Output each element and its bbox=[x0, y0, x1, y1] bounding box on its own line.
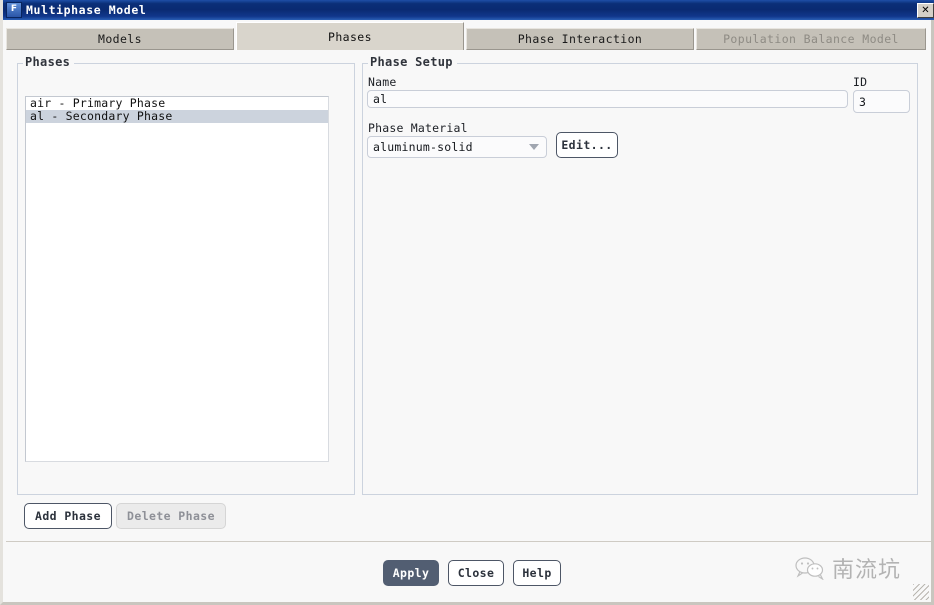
add-phase-label: Add Phase bbox=[35, 509, 101, 523]
fluent-app-icon: F bbox=[6, 2, 22, 18]
tab-bar: Models Phases Phase Interaction Populati… bbox=[6, 22, 931, 50]
delete-phase-label: Delete Phase bbox=[127, 509, 215, 523]
help-label: Help bbox=[522, 566, 552, 580]
name-input[interactable]: al bbox=[367, 90, 848, 108]
phase-material-value: aluminum-solid bbox=[373, 140, 473, 154]
tab-phases-label: Phases bbox=[328, 29, 372, 44]
phase-material-label: Phase Material bbox=[368, 121, 468, 135]
name-label: Name bbox=[368, 75, 397, 89]
phase-setup-group-title: Phase Setup bbox=[368, 55, 457, 69]
title-bar: F Multiphase Model ✕ bbox=[3, 0, 934, 20]
delete-phase-button: Delete Phase bbox=[116, 503, 226, 529]
tab-phases[interactable]: Phases bbox=[236, 22, 464, 50]
add-phase-button[interactable]: Add Phase bbox=[24, 503, 112, 529]
tab-population-balance-model: Population Balance Model bbox=[696, 28, 926, 50]
tab-phase-interaction[interactable]: Phase Interaction bbox=[466, 28, 694, 50]
dialog-footer: Apply Close Help 南流坑 bbox=[6, 541, 931, 600]
resize-grip[interactable] bbox=[913, 584, 929, 600]
id-input-value: 3 bbox=[859, 94, 867, 109]
phase-material-select[interactable]: aluminum-solid bbox=[367, 136, 547, 158]
id-input[interactable]: 3 bbox=[853, 90, 910, 113]
watermark-text: 南流坑 bbox=[831, 558, 901, 583]
tab-models[interactable]: Models bbox=[6, 28, 234, 50]
close-label: Close bbox=[457, 566, 495, 580]
phase-setup-group-box: Phase Setup Name ID al 3 Phase Material … bbox=[362, 55, 918, 495]
phases-group-title: Phases bbox=[23, 55, 75, 69]
edit-material-label: Edit... bbox=[561, 138, 613, 152]
wechat-watermark: 南流坑 bbox=[795, 552, 901, 584]
close-button[interactable]: Close bbox=[448, 560, 504, 586]
close-icon[interactable]: ✕ bbox=[917, 2, 934, 18]
tab-population-balance-model-label: Population Balance Model bbox=[723, 32, 899, 46]
list-item[interactable]: al - Secondary Phase bbox=[26, 110, 328, 123]
edit-material-button[interactable]: Edit... bbox=[556, 132, 618, 158]
wechat-icon bbox=[795, 557, 824, 580]
tab-phase-interaction-label: Phase Interaction bbox=[517, 32, 643, 46]
chevron-down-icon bbox=[529, 144, 539, 150]
phases-list[interactable]: air - Primary Phase al - Secondary Phase bbox=[25, 96, 329, 462]
multiphase-model-window: F Multiphase Model ✕ Models Phases Phase… bbox=[0, 0, 934, 605]
tab-models-label: Models bbox=[98, 32, 142, 46]
content-area: Phases air - Primary Phase al - Secondar… bbox=[6, 50, 931, 538]
window-title: Multiphase Model bbox=[26, 3, 147, 17]
apply-button[interactable]: Apply bbox=[383, 560, 439, 586]
help-button[interactable]: Help bbox=[513, 560, 561, 586]
name-input-value: al bbox=[373, 92, 388, 106]
apply-label: Apply bbox=[392, 566, 430, 580]
id-label: ID bbox=[853, 75, 868, 89]
